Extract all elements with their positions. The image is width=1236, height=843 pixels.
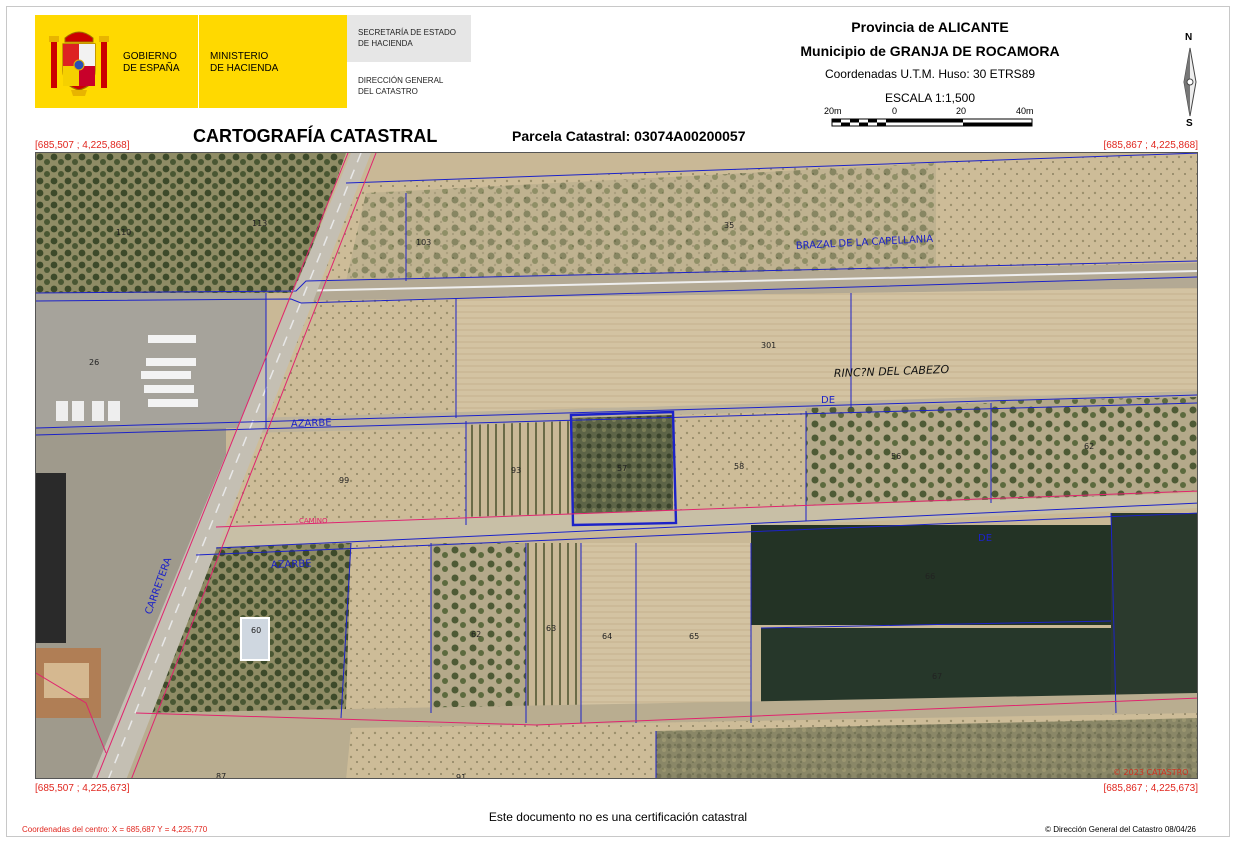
gobierno-text: GOBIERNO DE ESPAÑA — [123, 51, 180, 74]
ministerio-text: MINISTERIO DE HACIENDA — [210, 51, 279, 74]
coat-of-arms-icon — [49, 31, 109, 96]
corner-coord-bottom-right: [685,867 ; 4,225,673] — [1103, 783, 1198, 794]
parcel-number: 57 — [617, 464, 627, 473]
municipio-title: Municipio de GRANJA DE ROCAMORA — [800, 43, 1060, 59]
parcel-number: 110 — [116, 228, 131, 237]
label-azarbe: AZARBE — [291, 418, 332, 430]
parcel-number: 64 — [602, 632, 612, 641]
parcel-number: 26 — [89, 358, 99, 367]
parcel-number: 62 — [1084, 442, 1094, 451]
orchard-parcel — [36, 153, 346, 293]
parcel-number: 103 — [416, 238, 431, 247]
disclaimer-note: Este documento no es una certificación c… — [488, 810, 748, 824]
secretaria-text: SECRETARÍA DE ESTADO DE HACIENDA — [358, 28, 456, 48]
parcel-number: 58 — [734, 462, 744, 471]
parcel-number: 66 — [925, 572, 935, 581]
parcel-number: 60 — [251, 626, 261, 635]
map-canvas: BRAZAL DE LA CAPELLANIA AZARBE DE AZARBE… — [36, 153, 1197, 779]
parcel-number: 113 — [252, 219, 267, 228]
label-camino: CAMINO — [299, 517, 328, 525]
scale-bar-graphic — [831, 118, 1033, 127]
secretaria-block: SECRETARÍA DE ESTADO DE HACIENDA — [347, 15, 471, 62]
label-azarbe-2: AZARBE — [271, 559, 312, 571]
gobierno-logo: GOBIERNO DE ESPAÑA MINISTERIO DE HACIEND… — [35, 15, 347, 108]
parcel-number: 63 — [546, 624, 556, 633]
corner-coord-bottom-left: [685,507 ; 4,225,673] — [35, 783, 130, 794]
cadastral-map[interactable]: BRAZAL DE LA CAPELLANIA AZARBE DE AZARBE… — [35, 152, 1198, 779]
corner-coord-top-left: [685,507 ; 4,225,868] — [35, 140, 130, 151]
label-de: DE — [821, 395, 835, 406]
parcel-number: 65 — [689, 632, 699, 641]
north-letter: N — [1185, 32, 1193, 43]
center-coordinates: Coordenadas del centro: X = 685,687 Y = … — [22, 825, 208, 834]
copyright-text: © Dirección General del Catastro 08/04/2… — [1045, 825, 1196, 834]
provincia-title: Provincia de ALICANTE — [851, 19, 1009, 35]
parcel-number: 56 — [891, 452, 901, 461]
direccion-text: DIRECCIÓN GENERAL DEL CATASTRO — [358, 76, 444, 96]
north-arrow: N S — [1176, 32, 1204, 129]
coordinate-system: Coordenadas U.T.M. Huso: 30 ETRS89 — [824, 67, 1036, 81]
map-title: CARTOGRAFÍA CATASTRAL — [193, 126, 438, 146]
parcel-number: 93 — [511, 466, 521, 475]
logo-separator — [198, 15, 199, 108]
parcel-number: 62 — [471, 630, 481, 639]
parcel-reference: Parcela Catastral: 03074A00200057 — [512, 128, 746, 144]
scale-text: ESCALA 1:1,500 — [884, 91, 976, 105]
south-letter: S — [1186, 118, 1193, 129]
map-watermark: © 2023 CATASTRO — [1113, 768, 1188, 777]
parcel-number: 35 — [724, 221, 734, 230]
parcel-number: 301 — [761, 341, 776, 350]
label-de-2: DE — [978, 533, 992, 544]
compass-icon — [1183, 47, 1197, 117]
parcel-number: 87 — [216, 772, 226, 779]
corner-coord-top-right: [685,867 ; 4,225,868] — [1103, 140, 1198, 151]
parcel-number: 99 — [339, 476, 349, 485]
scale-bar: 20m 0 20 40m — [824, 106, 1036, 130]
parcel-number: 67 — [932, 672, 942, 681]
parcel-number: 91 — [456, 773, 466, 779]
